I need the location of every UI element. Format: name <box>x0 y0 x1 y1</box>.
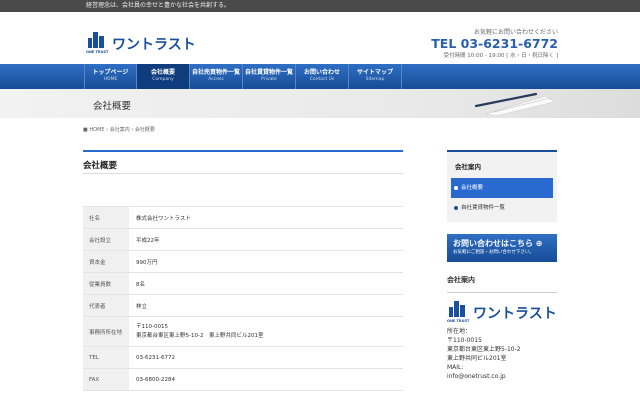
nav-label: 会社概要 <box>150 69 175 76</box>
row-value: 株式会社ワントラスト <box>136 215 191 222</box>
company-info-table: 社名 株式会社ワントラスト 会社設立 平成22年 資本金 990万円 従業員数 8名 代… <box>83 206 403 391</box>
nav-item-rental[interactable]: 自社賃貸物件一覧 Private <box>243 64 296 89</box>
info-email[interactable]: info@onetrust.co.jp <box>447 372 557 381</box>
sidebar-item-company[interactable]: 会社概要 <box>451 178 553 198</box>
pen-notebook-icon <box>474 92 555 116</box>
row-value: 03-6800-2284 <box>136 376 175 383</box>
breadcrumb-company-info[interactable]: 会社案内 <box>110 127 130 133</box>
nav-item-contact[interactable]: お問い合わせ Contact Us <box>296 64 349 89</box>
site-header: ONE TRUST ワントラスト お気軽にお問い合わせください TEL 03-6… <box>0 12 640 64</box>
address: 東京都台東区東上野5-10-2 東上野共同ビル201室 <box>136 332 264 339</box>
breadcrumb-separator: › <box>131 127 134 133</box>
banner-subtitle: お気軽にご相談・お問い合わせ下さい。 <box>453 250 534 255</box>
nav-sublabel: Sitemap <box>365 77 385 82</box>
logo-mark-icon: ONE TRUST <box>86 32 108 54</box>
row-label: 代表者 <box>83 295 129 316</box>
table-row: FAX 03-6800-2284 <box>83 369 403 391</box>
table-row: 事務所所在地 〒110-0015 東京都台東区東上野5-10-2 東上野共同ビル20… <box>83 317 403 347</box>
info-line: 東上野共同ビル201室 <box>447 355 507 362</box>
top-tagline-bar: 経営理念は、会社員の幸せと豊かな社会を共創する。 <box>0 0 640 12</box>
contact-tel[interactable]: TEL 03-6231-6772 <box>431 36 558 51</box>
row-value: 8名 <box>136 281 145 288</box>
logo-subtext: ONE TRUST <box>447 319 470 323</box>
nav-label: トップページ <box>92 69 129 76</box>
sidebar-logo: ONE TRUST ワントラスト <box>447 301 557 323</box>
sidebar: 会社案内 会社概要 自社賃貸物件一覧 お問い合わせはこちら ⊕ お気軽にご相談・… <box>447 150 557 381</box>
table-row: 社名 株式会社ワントラスト <box>83 207 403 229</box>
global-nav: トップページ HOME 会社概要 Company 自社売買物件一覧 Access 自社… <box>0 64 640 89</box>
info-line: 所在地： <box>447 328 472 335</box>
tagline: 経営理念は、会社員の幸せと豊かな社会を共創する。 <box>86 2 231 9</box>
table-row: TEL 03-6231-6772 <box>83 347 403 369</box>
banner-title: お問い合わせはこちら ⊕ <box>453 239 543 248</box>
row-value: 林立 <box>136 303 148 310</box>
home-icon: ■ <box>83 127 88 133</box>
nav-label: お問い合わせ <box>303 69 340 76</box>
contact-hours: 受付時間 10:00 - 19:00 [ 水・日・祝日除く ] <box>443 53 558 59</box>
row-label: 社名 <box>83 207 129 228</box>
sidebar-menu: 会社案内 会社概要 自社賃貸物件一覧 <box>447 150 557 222</box>
info-line: MAIL: <box>447 364 464 371</box>
nav-sublabel: Private <box>261 77 277 82</box>
row-label: TEL <box>83 347 129 368</box>
nav-item-sales[interactable]: 自社売買物件一覧 Access <box>190 64 243 89</box>
table-row: 代表者 林立 <box>83 295 403 317</box>
row-value: 990万円 <box>136 259 158 266</box>
main-content: 会社概要 社名 株式会社ワントラスト 会社設立 平成22年 資本金 990万円 従業員… <box>83 150 403 391</box>
row-label: 従業員数 <box>83 273 129 294</box>
nav-sublabel: Company <box>152 77 174 82</box>
info-line: 〒110-0015 <box>447 337 482 344</box>
sidebar-info-title: 会社案内 <box>447 275 557 293</box>
row-label: 事務所所在地 <box>83 317 129 346</box>
table-row: 会社設立 平成22年 <box>83 229 403 251</box>
nav-item-home[interactable]: トップページ HOME <box>84 64 137 89</box>
nav-label: サイトマップ <box>356 69 393 76</box>
nav-sublabel: HOME <box>103 77 118 82</box>
nav-sublabel: Contact Us <box>309 77 335 82</box>
nav-label: 自社売買物件一覧 <box>191 69 240 76</box>
logo-name: ワントラスト <box>112 37 196 53</box>
logo-name: ワントラスト <box>473 306 557 322</box>
nav-item-sitemap[interactable]: サイトマップ Sitemap <box>349 64 402 89</box>
row-value: 03-6231-6772 <box>136 354 175 361</box>
row-label: FAX <box>83 369 129 390</box>
row-value: 〒110-0015 東京都台東区東上野5-10-2 東上野共同ビル201室 <box>129 317 403 346</box>
logo-subtext: ONE TRUST <box>86 50 109 54</box>
section-title: 会社概要 <box>83 150 403 174</box>
contact-banner[interactable]: お問い合わせはこちら ⊕ お気軽にご相談・お問い合わせ下さい。 <box>447 234 557 262</box>
breadcrumb-separator: › <box>106 127 109 133</box>
sidebar-menu-title: 会社案内 <box>455 163 481 171</box>
table-row: 従業員数 8名 <box>83 273 403 295</box>
postal-code: 〒110-0015 <box>136 323 168 330</box>
breadcrumb-current: 会社概要 <box>134 127 155 133</box>
page-title-bar: 会社概要 <box>0 89 640 118</box>
row-label: 会社設立 <box>83 229 129 250</box>
info-line: 東京都台東区東上野5-10-2 <box>447 346 521 353</box>
breadcrumb-home[interactable]: HOME <box>89 127 104 133</box>
nav-label: 自社賃貸物件一覧 <box>244 69 293 76</box>
table-row: 資本金 990万円 <box>83 251 403 273</box>
row-label: 資本金 <box>83 251 129 272</box>
nav-sublabel: Access <box>208 77 224 82</box>
logo-mark-icon: ONE TRUST <box>447 301 469 323</box>
header-contact: お気軽にお問い合わせください TEL 03-6231-6772 受付時間 10:… <box>431 27 558 59</box>
row-value: 平成22年 <box>136 237 160 244</box>
contact-lead: お気軽にお問い合わせください <box>473 29 558 36</box>
sidebar-item-rental[interactable]: 自社賃貸物件一覧 <box>451 198 553 218</box>
site-logo[interactable]: ONE TRUST ワントラスト <box>86 32 196 54</box>
nav-item-company[interactable]: 会社概要 Company <box>137 64 190 89</box>
sidebar-company-info: 所在地： 〒110-0015 東京都台東区東上野5-10-2 東上野共同ビル20… <box>447 327 557 381</box>
breadcrumb: ■ HOME › 会社案内 › 会社概要 <box>83 126 155 133</box>
page-title: 会社概要 <box>93 101 132 112</box>
